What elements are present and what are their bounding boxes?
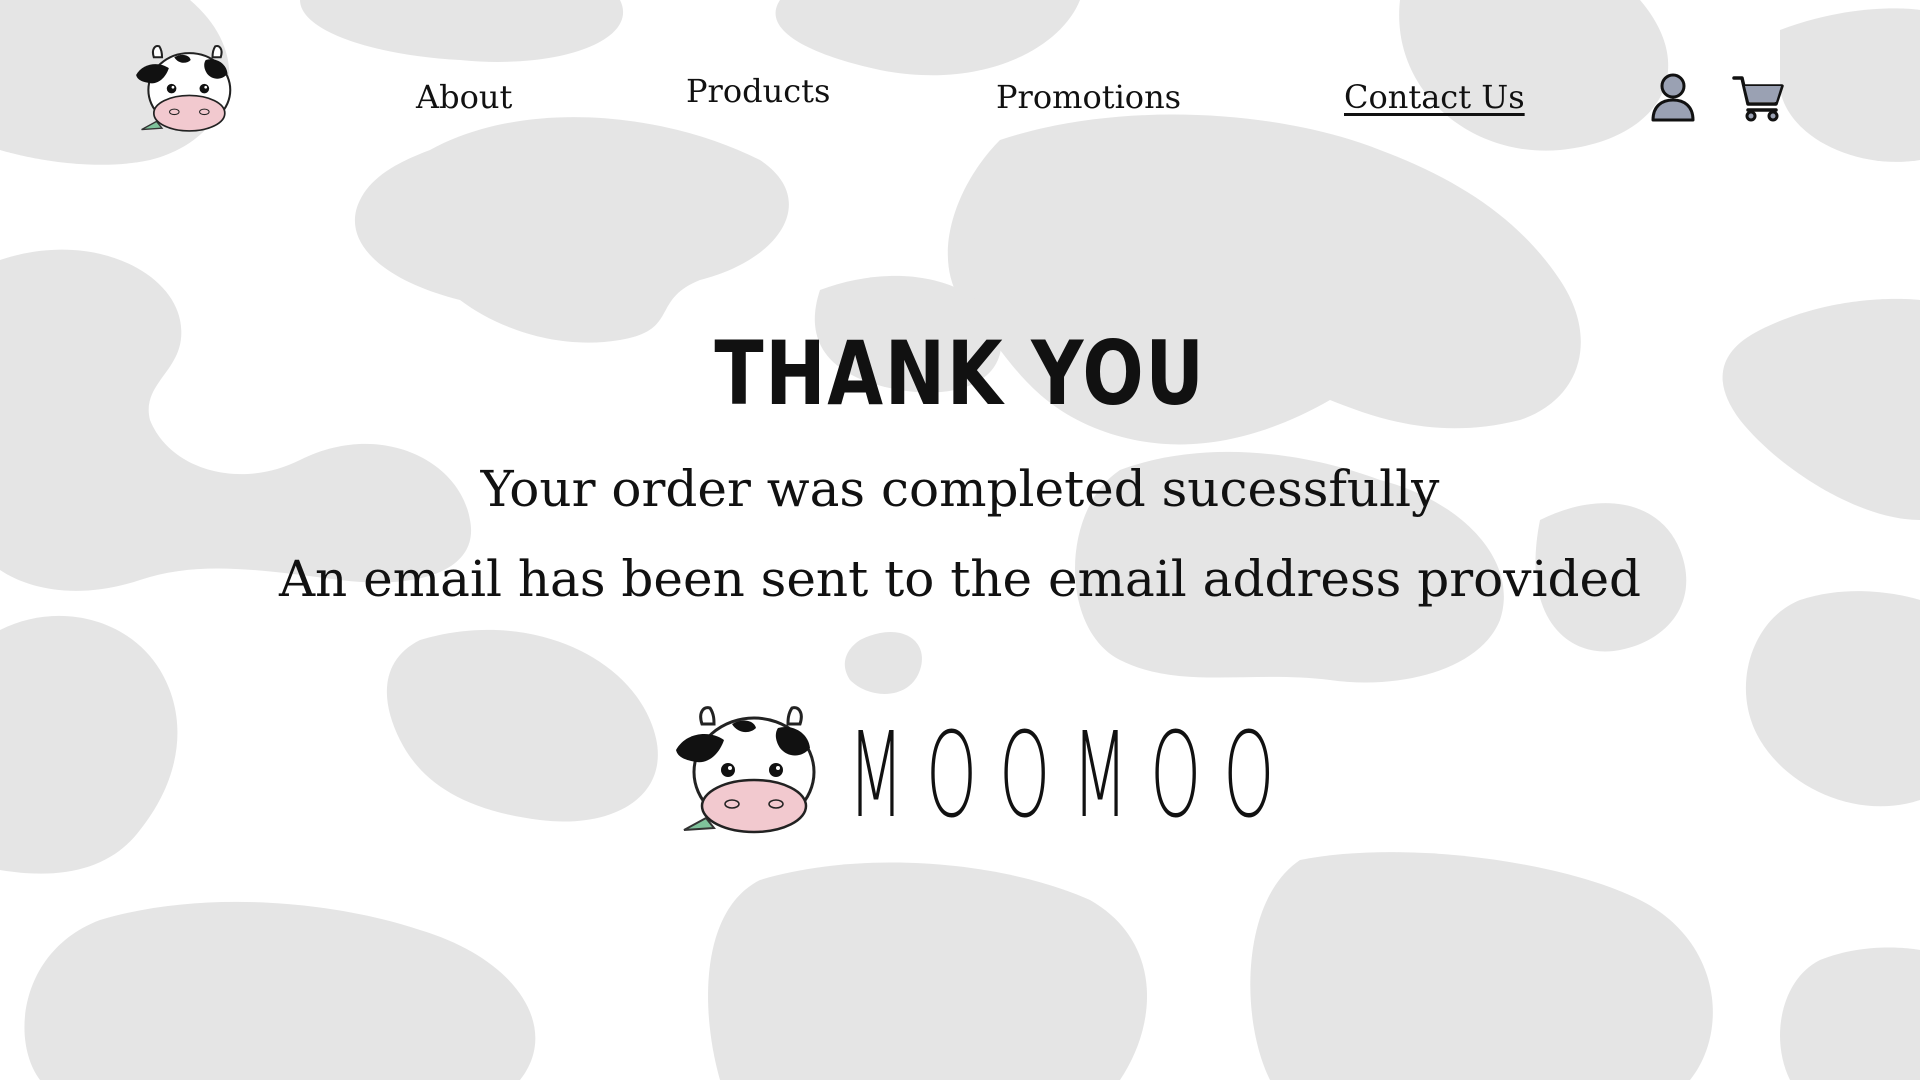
thank-you-heading: THANK YOU xyxy=(714,322,1206,425)
shopping-cart-icon xyxy=(1732,76,1784,122)
nav-link-promotions[interactable]: Promotions xyxy=(996,78,1181,116)
brand-logo: MOOMOO xyxy=(670,700,1274,850)
nav-link-contact-us[interactable]: Contact Us xyxy=(1344,78,1525,116)
nav-link-about[interactable]: About xyxy=(416,78,512,116)
account-button[interactable] xyxy=(1650,72,1696,122)
home-logo-link[interactable] xyxy=(132,40,248,140)
nav-link-products[interactable]: Products xyxy=(686,72,830,110)
cow-head-icon xyxy=(676,706,816,834)
cow-print-background xyxy=(0,0,1920,1080)
order-complete-message: Your order was completed sucessfully xyxy=(480,460,1440,518)
cart-button[interactable] xyxy=(1732,74,1784,122)
cow-head-icon xyxy=(136,45,232,132)
email-sent-message: An email has been sent to the email addr… xyxy=(278,550,1642,608)
brand-name: MOOMOO xyxy=(848,706,1297,844)
user-icon xyxy=(1651,73,1695,122)
